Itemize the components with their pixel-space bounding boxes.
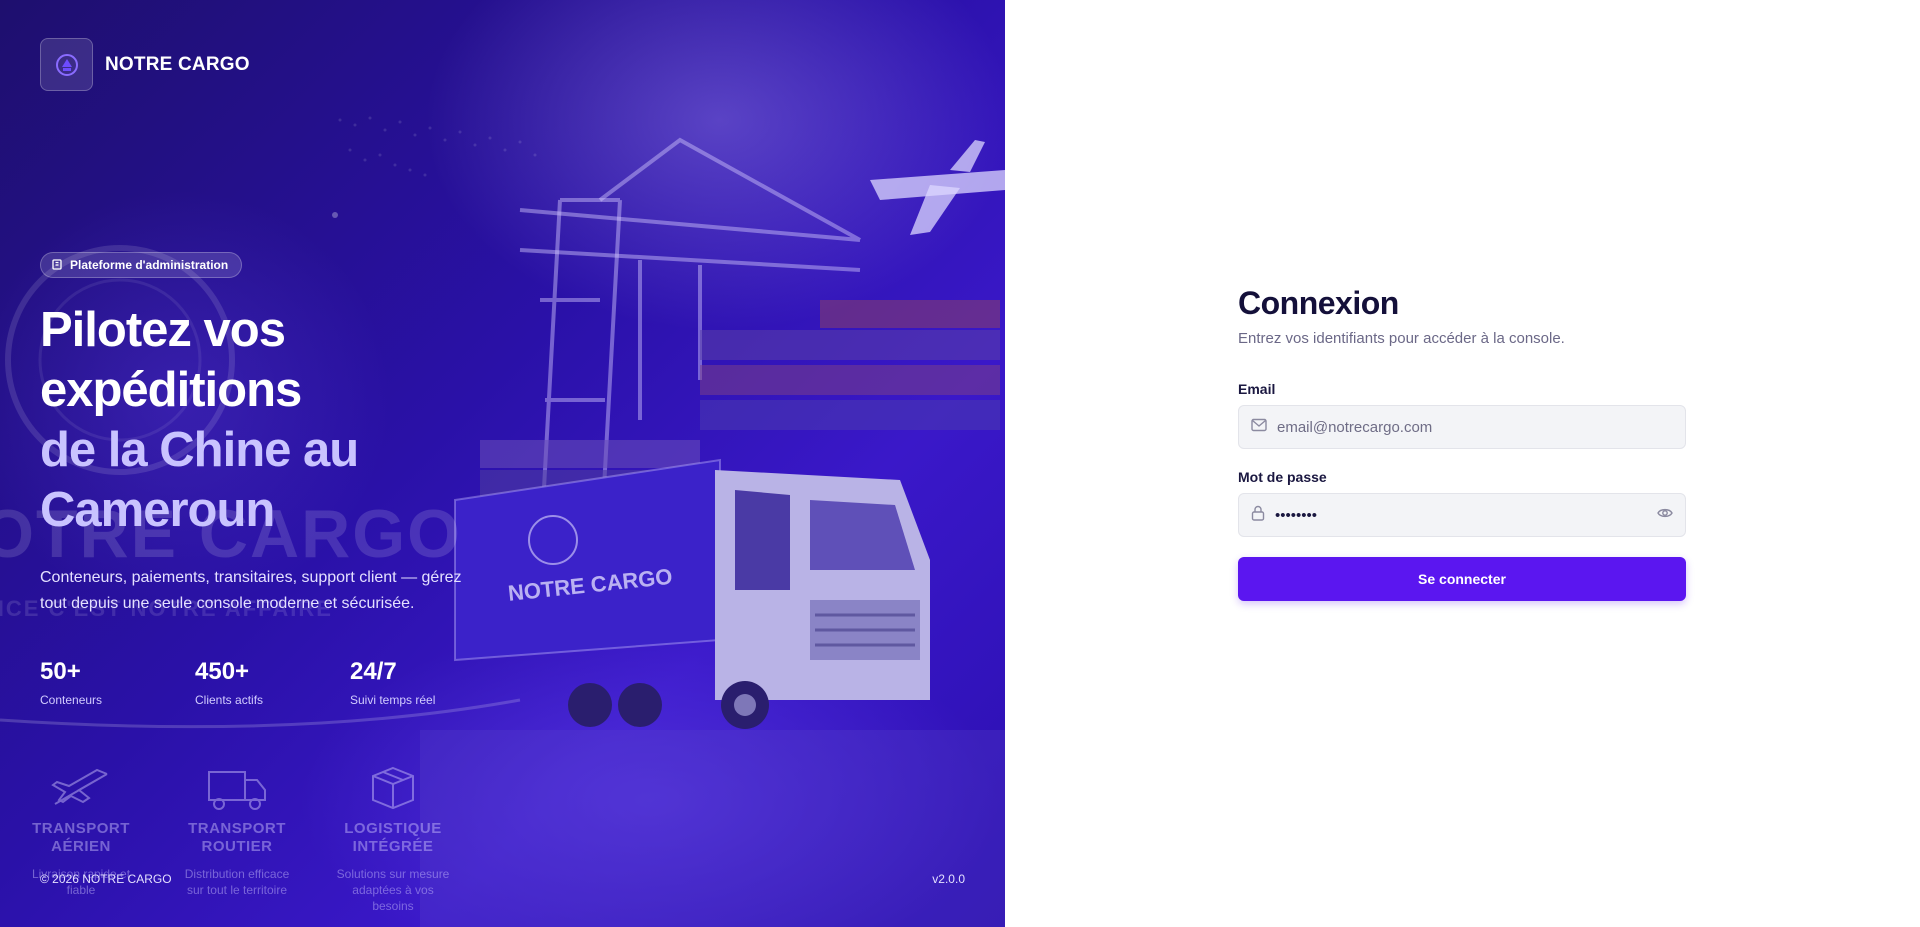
brand[interactable]: NOTRE CARGO bbox=[40, 38, 250, 91]
password-field-wrapper[interactable] bbox=[1238, 493, 1686, 537]
login-title: Connexion bbox=[1238, 285, 1399, 321]
stat-value: 24/7 bbox=[350, 658, 397, 685]
login-form: Connexion Entrez vos identifiants pour a… bbox=[1238, 285, 1686, 601]
password-label: Mot de passe bbox=[1238, 469, 1327, 485]
services-strip: TRANSPORT AÉRIEN Livraison rapide et fia… bbox=[22, 760, 452, 914]
brand-logo-icon bbox=[40, 38, 93, 91]
login-button[interactable]: Se connecter bbox=[1238, 557, 1686, 601]
package-icon bbox=[334, 760, 452, 812]
email-field-wrapper[interactable] bbox=[1238, 405, 1686, 449]
hero-panel: NOTRE CARGO NOTRE CARGO LE SERVICE C'EST… bbox=[0, 0, 1005, 927]
brand-name: NOTRE CARGO bbox=[105, 53, 250, 75]
stat-label: Conteneurs bbox=[40, 693, 103, 707]
login-subtitle: Entrez vos identifiants pour accéder à l… bbox=[1238, 330, 1565, 347]
hero-subtitle: Conteneurs, paiements, transitaires, sup… bbox=[40, 569, 462, 612]
service-title: TRANSPORT AÉRIEN bbox=[32, 820, 130, 855]
admin-platform-badge: Plateforme d'administration bbox=[40, 252, 243, 278]
stats-row: 50+ Conteneurs 450+ Clients actifs 24/7 … bbox=[40, 657, 505, 707]
stat-containers: 50+ Conteneurs bbox=[40, 657, 195, 707]
service-title: TRANSPORT ROUTIER bbox=[188, 820, 286, 855]
service-road: TRANSPORT ROUTIER Distribution efficace … bbox=[178, 760, 296, 914]
copyright: © 2026 NOTRE CARGO bbox=[40, 872, 172, 886]
headline-line-4: Cameroun bbox=[40, 483, 275, 537]
headline-line-2: expéditions bbox=[40, 363, 302, 417]
email-label: Email bbox=[1238, 381, 1276, 397]
login-page: NOTRE CARGO NOTRE CARGO LE SERVICE C'EST… bbox=[0, 0, 1920, 927]
login-panel: Connexion Entrez vos identifiants pour a… bbox=[1005, 0, 1920, 927]
hero-headline: Pilotez vos expéditions de la Chine au C… bbox=[40, 300, 359, 540]
truck-icon bbox=[178, 760, 296, 812]
service-desc: Solutions sur mesure adaptées à vos beso… bbox=[336, 867, 450, 913]
headline-line-1: Pilotez vos bbox=[40, 303, 286, 357]
stat-value: 450+ bbox=[195, 658, 250, 685]
service-desc: Distribution efficace sur tout le territ… bbox=[184, 867, 290, 897]
stat-clients: 450+ Clients actifs bbox=[195, 657, 350, 707]
badge-label: Plateforme d'administration bbox=[70, 258, 229, 272]
stat-label: Clients actifs bbox=[195, 693, 264, 707]
building-icon bbox=[51, 258, 63, 273]
service-title: LOGISTIQUE INTÉGRÉE bbox=[344, 820, 442, 855]
headline-line-3: de la Chine au bbox=[40, 423, 359, 477]
lock-icon bbox=[1251, 505, 1265, 526]
stat-value: 50+ bbox=[40, 658, 81, 685]
service-air: TRANSPORT AÉRIEN Livraison rapide et fia… bbox=[22, 760, 140, 914]
service-logistics: LOGISTIQUE INTÉGRÉE Solutions sur mesure… bbox=[334, 760, 452, 914]
stat-tracking: 24/7 Suivi temps réel bbox=[350, 657, 505, 707]
password-field[interactable] bbox=[1275, 506, 1647, 524]
email-field[interactable] bbox=[1277, 418, 1673, 436]
stat-label: Suivi temps réel bbox=[350, 693, 436, 707]
eye-icon[interactable] bbox=[1657, 506, 1673, 524]
airplane-icon bbox=[22, 760, 140, 812]
mail-icon bbox=[1251, 418, 1267, 437]
version-label: v2.0.0 bbox=[932, 872, 965, 886]
